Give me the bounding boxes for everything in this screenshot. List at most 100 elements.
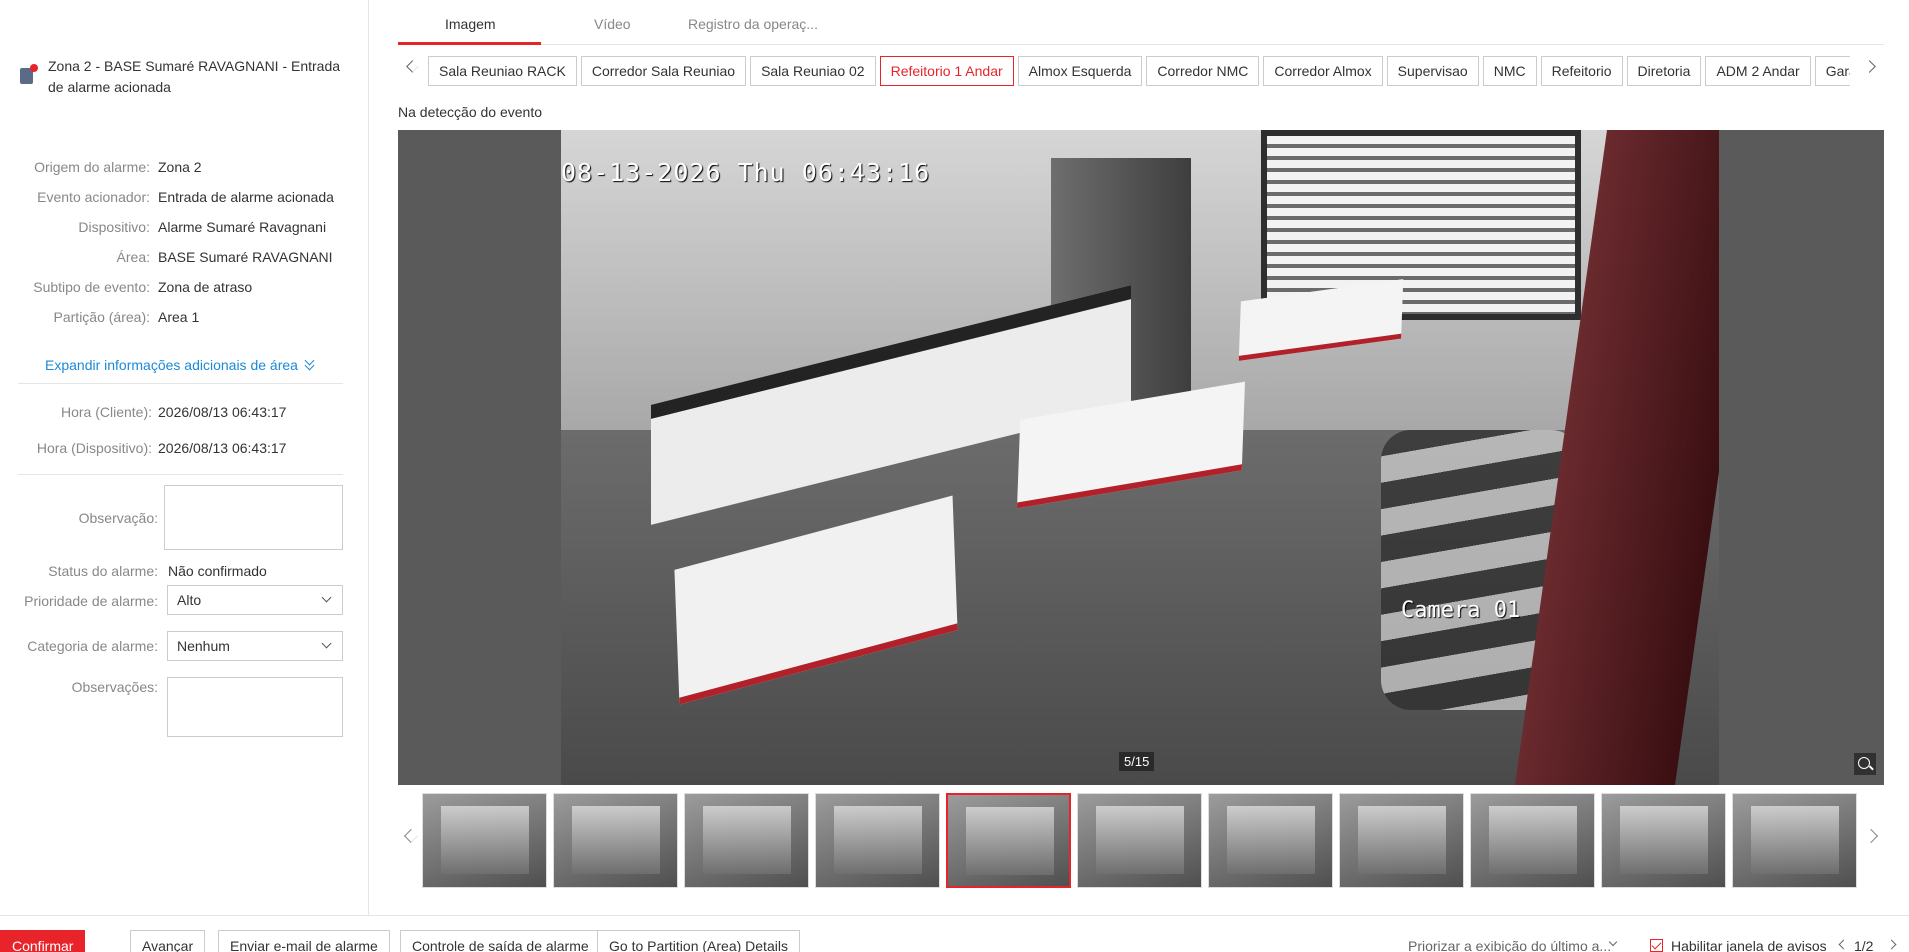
info-label: Origem do alarme: (34, 159, 150, 175)
chevron-left-icon[interactable] (403, 828, 419, 844)
status-value: Não confirmado (168, 563, 267, 579)
camera-button[interactable]: Corredor Sala Reuniao (580, 56, 747, 86)
category-value: Nenhum (177, 638, 230, 654)
camera-button[interactable]: Refeitorio (1540, 56, 1623, 86)
pager: 1/2 (1854, 938, 1874, 952)
alarm-details-panel: Zona 2 - BASE Sumaré RAVAGNANI - Entrada… (0, 0, 369, 915)
observacao-textarea[interactable] (164, 485, 343, 550)
thumbnail[interactable] (815, 793, 940, 888)
camera-button[interactable]: ADM 2 Andar (1705, 56, 1811, 86)
camera-button[interactable]: Almox Esquerda (1017, 56, 1143, 86)
osd-timestamp: 08-13-2026 Thu 06:43:16 (561, 158, 931, 187)
info-row-dispositivo: Dispositivo: Alarme Sumaré Ravagnani (0, 212, 369, 242)
thumbnail[interactable] (1732, 793, 1857, 888)
thumbnail-strip (398, 793, 1884, 888)
camera-button-strip: Sala Reuniao RACK Corredor Sala Reuniao Sa… (428, 56, 1850, 86)
info-label: Evento acionador: (37, 189, 150, 205)
chevron-right-icon[interactable] (1863, 828, 1879, 844)
camera-button[interactable]: Garaq (1814, 56, 1850, 86)
alarm-output-button[interactable]: Controle de saída de alarme (400, 930, 601, 952)
detection-label: Na detecção do evento (398, 104, 542, 120)
divider (18, 474, 343, 475)
partition-details-button[interactable]: Go to Partition (Area) Details (597, 930, 800, 952)
priority-label: Prioridade de alarme: (24, 593, 158, 609)
thumbnail[interactable] (684, 793, 809, 888)
time-label: Hora (Dispositivo): (36, 440, 152, 456)
category-select[interactable]: Nenhum (167, 631, 343, 661)
camera-button[interactable]: Corredor Almox (1263, 56, 1383, 86)
chevron-right-icon[interactable] (1863, 60, 1876, 73)
category-label: Categoria de alarme: (27, 638, 158, 654)
time-row-device: Hora (Dispositivo): 2026/08/13 06:43:17 (0, 436, 369, 460)
tab-video[interactable]: Vídeo (594, 16, 631, 32)
action-bar: Confirmar Avançar Enviar e-mail de alarm… (0, 915, 1909, 952)
info-label: Dispositivo: (78, 219, 150, 235)
time-value: 2026/08/13 06:43:17 (158, 440, 287, 456)
time-value: 2026/08/13 06:43:17 (158, 404, 287, 420)
info-label: Área: (116, 249, 150, 265)
chevron-left-icon[interactable] (406, 60, 419, 73)
view-tabs: Imagem Vídeo Registro da operaç... (398, 0, 1884, 45)
info-value: Entrada de alarme acionada (158, 189, 334, 205)
time-row-client: Hora (Cliente): 2026/08/13 06:43:17 (0, 400, 369, 424)
info-row-origem: Origem do alarme: Zona 2 (0, 152, 369, 182)
priority-select[interactable]: Alto (167, 585, 343, 615)
status-label: Status do alarme: (48, 563, 158, 579)
info-row-particao: Partição (área): Area 1 (0, 302, 369, 332)
camera-button[interactable]: Corredor NMC (1146, 56, 1260, 86)
observacoes-textarea[interactable] (167, 677, 343, 737)
info-value: Area 1 (158, 309, 200, 325)
camera-button[interactable]: Refeitorio 1 Andar (879, 56, 1014, 86)
thumbnail[interactable] (422, 793, 547, 888)
image-viewer[interactable]: 08-13-2026 Thu 06:43:16 Camera 01 5/15 (398, 130, 1884, 785)
thumbnail[interactable] (1601, 793, 1726, 888)
camera-button[interactable]: Supervisao (1386, 56, 1479, 86)
alarm-header: Zona 2 - BASE Sumaré RAVAGNANI - Entrada… (18, 56, 348, 98)
alarm-zone-icon (18, 64, 40, 86)
chevron-down-icon (321, 592, 332, 603)
info-label: Subtipo de evento: (33, 279, 150, 295)
camera-button[interactable]: Sala Reuniao RACK (428, 56, 577, 86)
info-value: Zona 2 (158, 159, 202, 175)
camera-button[interactable]: NMC (1482, 56, 1537, 86)
enable-popup-label: Habilitar janela de avisos (1671, 938, 1827, 952)
priority-value: Alto (177, 592, 202, 608)
info-value: Zona de atraso (158, 279, 253, 295)
tab-imagem[interactable]: Imagem (445, 16, 496, 32)
info-row-evento: Evento acionador: Entrada de alarme acio… (0, 182, 369, 212)
alarm-title: Zona 2 - BASE Sumaré RAVAGNANI - Entrada… (48, 58, 341, 95)
time-label: Hora (Cliente): (60, 404, 152, 420)
thumbnail[interactable] (553, 793, 678, 888)
advance-button[interactable]: Avançar (130, 930, 206, 952)
confirm-button[interactable]: Confirmar (0, 930, 86, 952)
observacao-label: Observação: (78, 510, 158, 526)
chevron-right-icon[interactable] (1886, 939, 1897, 950)
zoom-icon[interactable] (1854, 753, 1876, 775)
active-tab-indicator (398, 42, 541, 45)
observacoes-label: Observações: (71, 679, 158, 695)
info-row-subtipo: Subtipo de evento: Zona de atraso (0, 272, 369, 302)
divider (18, 383, 343, 384)
camera-snapshot: 08-13-2026 Thu 06:43:16 Camera 01 (561, 130, 1719, 785)
image-counter: 5/15 (1119, 752, 1155, 771)
thumbnail[interactable] (1208, 793, 1333, 888)
chevron-left-icon[interactable] (1838, 939, 1849, 950)
tab-registro[interactable]: Registro da operaç... (688, 16, 818, 32)
camera-selector: Sala Reuniao RACK Corredor Sala Reuniao Sa… (398, 54, 1884, 88)
thumbnail[interactable] (1470, 793, 1595, 888)
thumbnail[interactable] (1077, 793, 1202, 888)
send-email-button[interactable]: Enviar e-mail de alarme (218, 930, 390, 952)
expand-area-info-link[interactable]: Expandir informações adicionais de área (45, 357, 316, 373)
thumbnail[interactable] (946, 793, 1071, 888)
camera-button[interactable]: Diretoria (1626, 56, 1702, 86)
enable-popup-checkbox[interactable] (1650, 939, 1663, 952)
chevron-down-icon (321, 638, 332, 649)
priority-display-select[interactable]: Priorizar a exibição do último a... (1408, 938, 1611, 952)
info-value: Alarme Sumaré Ravagnani (158, 219, 327, 235)
thumbnail[interactable] (1339, 793, 1464, 888)
camera-button[interactable]: Sala Reuniao 02 (750, 56, 876, 86)
info-value: BASE Sumaré RAVAGNANI (158, 249, 333, 265)
expand-label: Expandir informações adicionais de área (45, 357, 298, 373)
double-chevron-down-icon (304, 359, 316, 371)
info-label: Partição (área): (53, 309, 150, 325)
